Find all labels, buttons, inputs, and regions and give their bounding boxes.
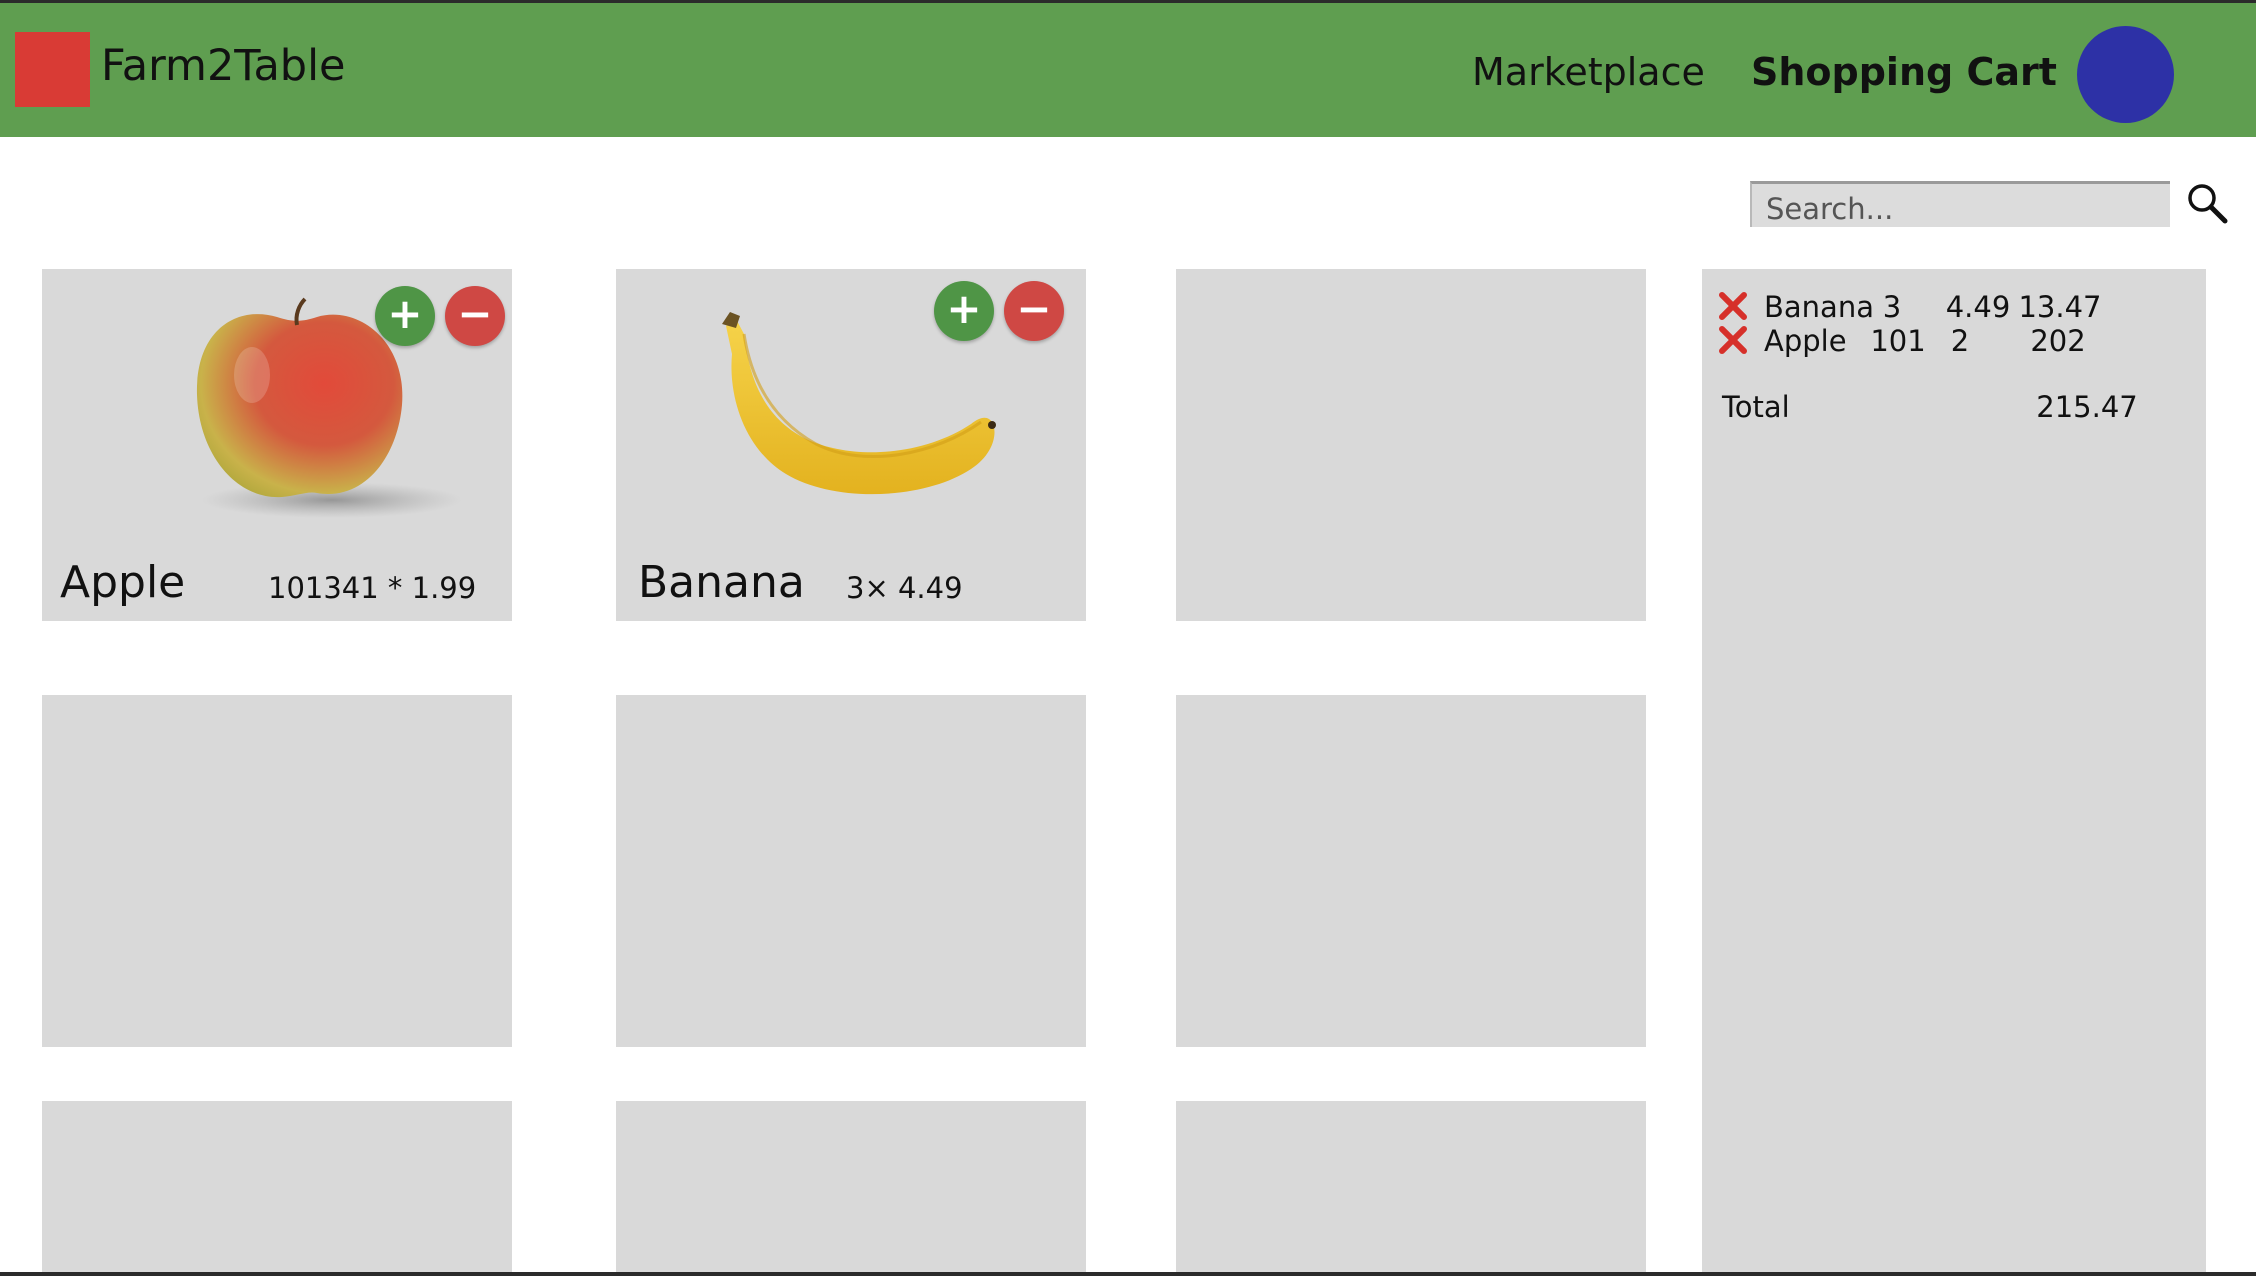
product-price: 3× 4.49: [846, 571, 963, 605]
add-banana-button[interactable]: +: [934, 281, 994, 341]
search-icon[interactable]: [2185, 181, 2229, 225]
app-window: Farm2Table Marketplace Shopping Cart Sea…: [0, 3, 2256, 1272]
cart-item-row: Banana 3 4.49 13.47: [1702, 289, 2206, 325]
remove-apple-button[interactable]: −: [445, 286, 505, 346]
remove-item-icon[interactable]: [1718, 325, 1748, 355]
cart-item-price: 2: [1950, 324, 1970, 358]
cart-item-qty: 3: [1882, 290, 1902, 324]
cart-total-label: Total: [1722, 390, 1790, 424]
cart-item-subtotal: 13.47: [2018, 290, 2102, 324]
cart-item-row: Apple 101 2 202: [1702, 323, 2206, 359]
product-card-empty[interactable]: [616, 695, 1086, 1047]
nav-shopping-cart-link[interactable]: Shopping Cart: [1751, 50, 2057, 96]
product-card-empty[interactable]: [616, 1101, 1086, 1272]
remove-item-icon[interactable]: [1718, 291, 1748, 321]
product-card-empty[interactable]: [1176, 695, 1646, 1047]
search-input[interactable]: [1750, 181, 2170, 227]
logo-icon[interactable]: [15, 32, 90, 107]
cart-item-price: 4.49: [1945, 290, 2011, 324]
product-card-banana[interactable]: + − Banana 3× 4.49: [616, 269, 1086, 621]
product-card-empty[interactable]: [42, 695, 512, 1047]
add-apple-button[interactable]: +: [375, 286, 435, 346]
product-card-apple[interactable]: + − Apple 101341 * 1.99: [42, 269, 512, 621]
cart-total-value: 215.47: [2036, 390, 2138, 424]
product-card-empty[interactable]: [42, 1101, 512, 1272]
user-avatar[interactable]: [2077, 26, 2174, 123]
nav-marketplace-link[interactable]: Marketplace: [1472, 50, 1705, 96]
cart-item-name: Apple: [1764, 324, 1847, 358]
cart-item-subtotal: 202: [2030, 324, 2086, 358]
product-name: Banana: [638, 557, 805, 608]
product-price: 101341 * 1.99: [268, 571, 477, 605]
product-name: Apple: [60, 557, 186, 608]
product-card-empty[interactable]: [1176, 1101, 1646, 1272]
shopping-cart-panel: Banana 3 4.49 13.47 Apple 101 2 202 Tota…: [1702, 269, 2206, 1272]
product-card-empty[interactable]: [1176, 269, 1646, 621]
remove-banana-button[interactable]: −: [1004, 281, 1064, 341]
top-navbar: Farm2Table Marketplace Shopping Cart: [0, 3, 2256, 137]
brand-title[interactable]: Farm2Table: [101, 41, 346, 93]
